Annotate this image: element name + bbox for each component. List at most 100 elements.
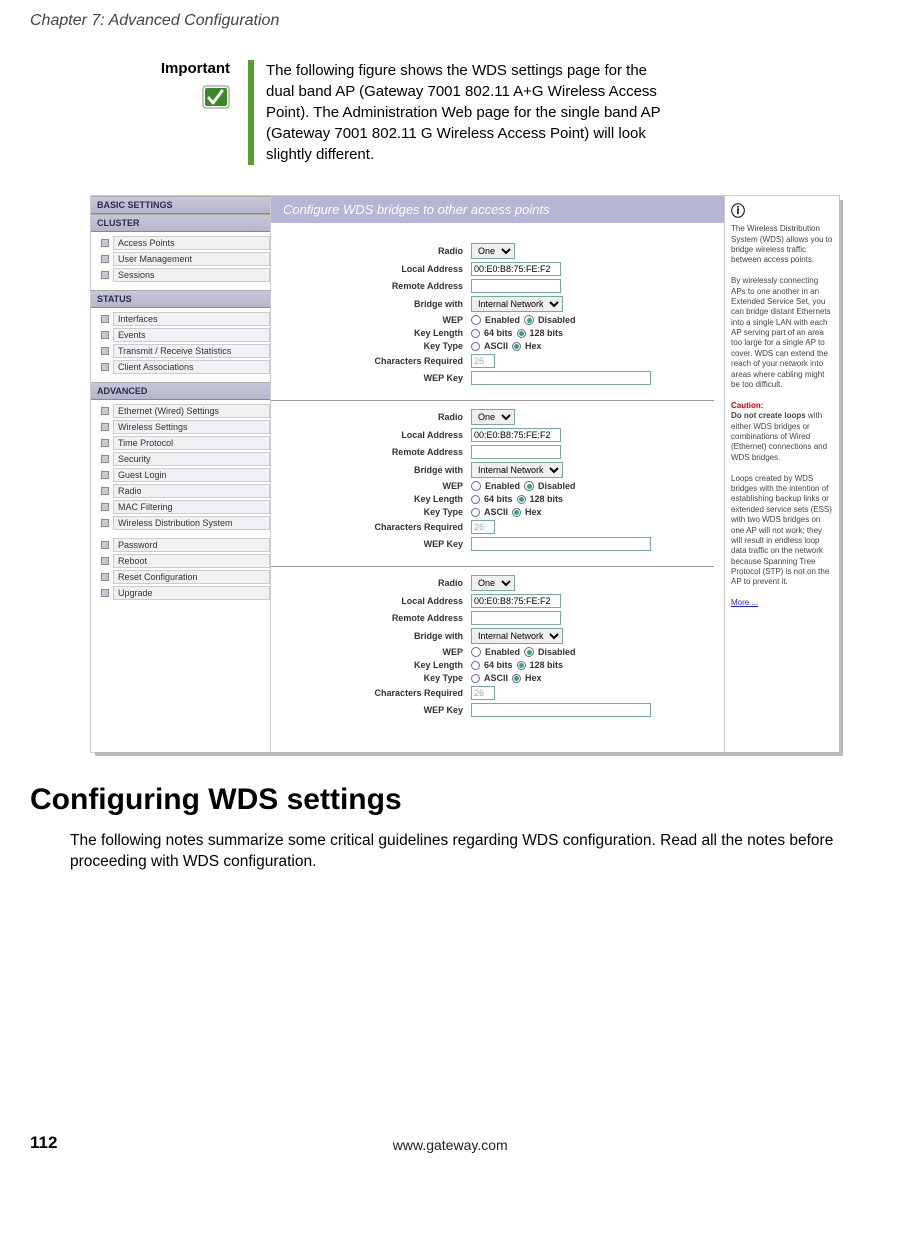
local-address-1: [471, 262, 561, 276]
wep-enabled-3[interactable]: [471, 647, 481, 657]
wds-block-1: RadioOne Local Address Remote Address Br…: [271, 235, 714, 401]
main-content: Configure WDS bridges to other access po…: [271, 196, 839, 752]
radio-select-1[interactable]: One: [471, 243, 515, 259]
wep-disabled-1[interactable]: [524, 315, 534, 325]
keytype-ascii-2[interactable]: [471, 508, 480, 517]
wds-admin-screenshot: BASIC SETTINGS CLUSTER Access Points Use…: [90, 195, 840, 753]
keytype-ascii-3[interactable]: [471, 674, 480, 683]
page-footer: 112 www.gateway.com: [30, 1133, 883, 1153]
help-sidebar: ⓘ The Wireless Distribution System (WDS)…: [724, 196, 839, 752]
nav-item-access-points[interactable]: Access Points: [101, 236, 270, 250]
nav-item-events[interactable]: Events: [101, 328, 270, 342]
nav-item-user-management[interactable]: User Management: [101, 252, 270, 266]
local-address-2: [471, 428, 561, 442]
keylen-128-2[interactable]: [517, 495, 526, 504]
important-text: The following figure shows the WDS setti…: [266, 60, 666, 165]
nav-item-sessions[interactable]: Sessions: [101, 268, 270, 282]
nav-item-guest-login[interactable]: Guest Login: [101, 468, 270, 482]
help-p1: The Wireless Distribution System (WDS) a…: [731, 224, 833, 266]
bridge-select-2[interactable]: Internal Network: [471, 462, 563, 478]
keylen-128-1[interactable]: [517, 329, 526, 338]
nav-sidebar: BASIC SETTINGS CLUSTER Access Points Use…: [91, 196, 271, 752]
local-address-3: [471, 594, 561, 608]
nav-item-eth-settings[interactable]: Ethernet (Wired) Settings: [101, 404, 270, 418]
nav-item-password[interactable]: Password: [101, 538, 270, 552]
radio-select-3[interactable]: One: [471, 575, 515, 591]
nav-item-mac-filter[interactable]: MAC Filtering: [101, 500, 270, 514]
nav-item-client-assoc[interactable]: Client Associations: [101, 360, 270, 374]
nav-status-list: Interfaces Events Transmit / Receive Sta…: [101, 312, 270, 374]
keytype-hex-3[interactable]: [512, 674, 521, 683]
wep-enabled-2[interactable]: [471, 481, 481, 491]
keylen-64-2[interactable]: [471, 495, 480, 504]
nav-cluster-header[interactable]: CLUSTER: [91, 214, 270, 232]
nav-basic-settings[interactable]: BASIC SETTINGS: [91, 196, 270, 214]
keytype-hex-1[interactable]: [512, 342, 521, 351]
keytype-ascii-1[interactable]: [471, 342, 480, 351]
chapter-header: Chapter 7: Advanced Configuration: [30, 12, 883, 30]
wep-key-2[interactable]: [471, 537, 651, 551]
wds-form-body: RadioOne Local Address Remote Address Br…: [271, 223, 724, 752]
nav-advanced-list: Ethernet (Wired) Settings Wireless Setti…: [101, 404, 270, 530]
section-paragraph: The following notes summarize some criti…: [70, 831, 873, 873]
remote-address-3[interactable]: [471, 611, 561, 625]
callout-bar: [248, 60, 254, 165]
label-remote: Remote Address: [271, 281, 471, 291]
label-wep: WEP: [271, 315, 471, 325]
remote-address-1[interactable]: [471, 279, 561, 293]
bridge-select-1[interactable]: Internal Network: [471, 296, 563, 312]
important-label: Important: [120, 60, 230, 77]
nav-item-trx-stats[interactable]: Transmit / Receive Statistics: [101, 344, 270, 358]
nav-cluster-list: Access Points User Management Sessions: [101, 236, 270, 282]
chars-req-1: [471, 354, 495, 368]
help-caution: Caution:Do not create loops with either …: [731, 401, 833, 463]
nav-item-reset-config[interactable]: Reset Configuration: [101, 570, 270, 584]
wep-key-3[interactable]: [471, 703, 651, 717]
nav-item-wds[interactable]: Wireless Distribution System: [101, 516, 270, 530]
help-p2: By wirelessly connecting APs to one anot…: [731, 276, 833, 390]
section-heading: Configuring WDS settings: [30, 783, 883, 817]
bridge-select-3[interactable]: Internal Network: [471, 628, 563, 644]
label-keytype: Key Type: [271, 341, 471, 351]
keytype-hex-2[interactable]: [512, 508, 521, 517]
wep-disabled-2[interactable]: [524, 481, 534, 491]
keylen-128-3[interactable]: [517, 661, 526, 670]
screenshot-figure: BASIC SETTINGS CLUSTER Access Points Use…: [90, 195, 883, 753]
help-p3: Loops created by WDS bridges with the in…: [731, 474, 833, 588]
help-icon[interactable]: ⓘ: [731, 202, 833, 220]
label-radio: Radio: [271, 246, 471, 256]
label-bridge: Bridge with: [271, 299, 471, 309]
nav-item-upgrade[interactable]: Upgrade: [101, 586, 270, 600]
important-label-col: Important: [120, 60, 240, 165]
nav-status-header[interactable]: STATUS: [91, 290, 270, 308]
label-local: Local Address: [271, 264, 471, 274]
chars-req-2: [471, 520, 495, 534]
label-keylen: Key Length: [271, 328, 471, 338]
nav-tail-list: Password Reboot Reset Configuration Upgr…: [101, 538, 270, 600]
nav-item-radio[interactable]: Radio: [101, 484, 270, 498]
wep-key-1[interactable]: [471, 371, 651, 385]
footer-url: www.gateway.com: [393, 1137, 508, 1153]
radio-select-2[interactable]: One: [471, 409, 515, 425]
nav-advanced-header[interactable]: ADVANCED: [91, 382, 270, 400]
nav-item-time-protocol[interactable]: Time Protocol: [101, 436, 270, 450]
checkmark-icon: [202, 85, 230, 113]
label-wepkey: WEP Key: [271, 373, 471, 383]
wds-block-3: RadioOne Local Address Remote Address Br…: [271, 567, 714, 732]
chars-req-3: [471, 686, 495, 700]
help-more-link[interactable]: More ...: [731, 598, 758, 607]
important-callout: Important The following figure shows the…: [120, 60, 883, 165]
page-banner: Configure WDS bridges to other access po…: [271, 196, 724, 223]
wds-form-column: Configure WDS bridges to other access po…: [271, 196, 724, 752]
page-number: 112: [30, 1133, 57, 1153]
nav-item-wireless-settings[interactable]: Wireless Settings: [101, 420, 270, 434]
nav-item-interfaces[interactable]: Interfaces: [101, 312, 270, 326]
wds-block-2: RadioOne Local Address Remote Address Br…: [271, 401, 714, 567]
wep-disabled-3[interactable]: [524, 647, 534, 657]
remote-address-2[interactable]: [471, 445, 561, 459]
nav-item-security[interactable]: Security: [101, 452, 270, 466]
keylen-64-1[interactable]: [471, 329, 480, 338]
nav-item-reboot[interactable]: Reboot: [101, 554, 270, 568]
wep-enabled-1[interactable]: [471, 315, 481, 325]
keylen-64-3[interactable]: [471, 661, 480, 670]
